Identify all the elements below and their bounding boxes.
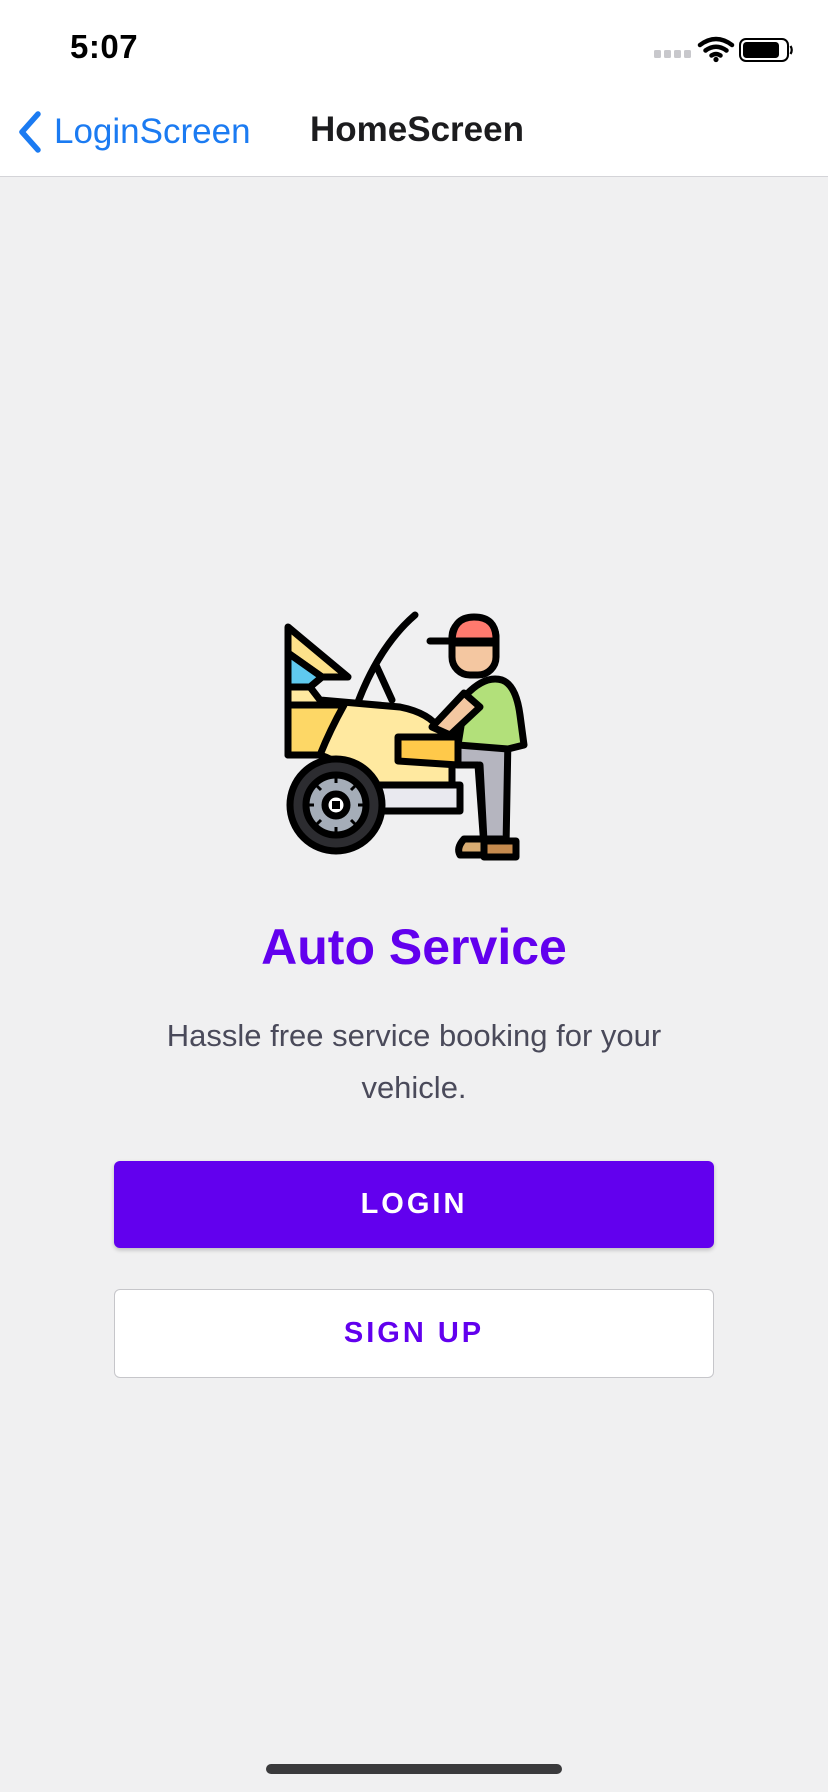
cellular-signal-icon xyxy=(654,50,691,58)
back-button-label: LoginScreen xyxy=(54,112,251,151)
tagline: Hassle free service booking for your veh… xyxy=(166,1018,662,1105)
signup-button[interactable]: SIGN UP xyxy=(114,1289,714,1378)
nav-title: HomeScreen xyxy=(310,110,524,149)
battery-icon xyxy=(739,38,793,62)
wifi-icon xyxy=(697,36,735,63)
app-title: Auto Service xyxy=(261,919,567,975)
status-time: 5:07 xyxy=(70,28,139,65)
back-button[interactable]: LoginScreen xyxy=(14,106,251,158)
navigation-bar: LoginScreen HomeScreen xyxy=(0,88,828,177)
chevron-left-icon xyxy=(19,111,41,153)
car-mechanic-illustration xyxy=(284,611,528,861)
status-icons xyxy=(654,36,793,63)
home-indicator xyxy=(266,1764,562,1774)
status-bar: 5:07 xyxy=(0,0,828,88)
login-button[interactable]: LOGIN xyxy=(114,1161,714,1248)
